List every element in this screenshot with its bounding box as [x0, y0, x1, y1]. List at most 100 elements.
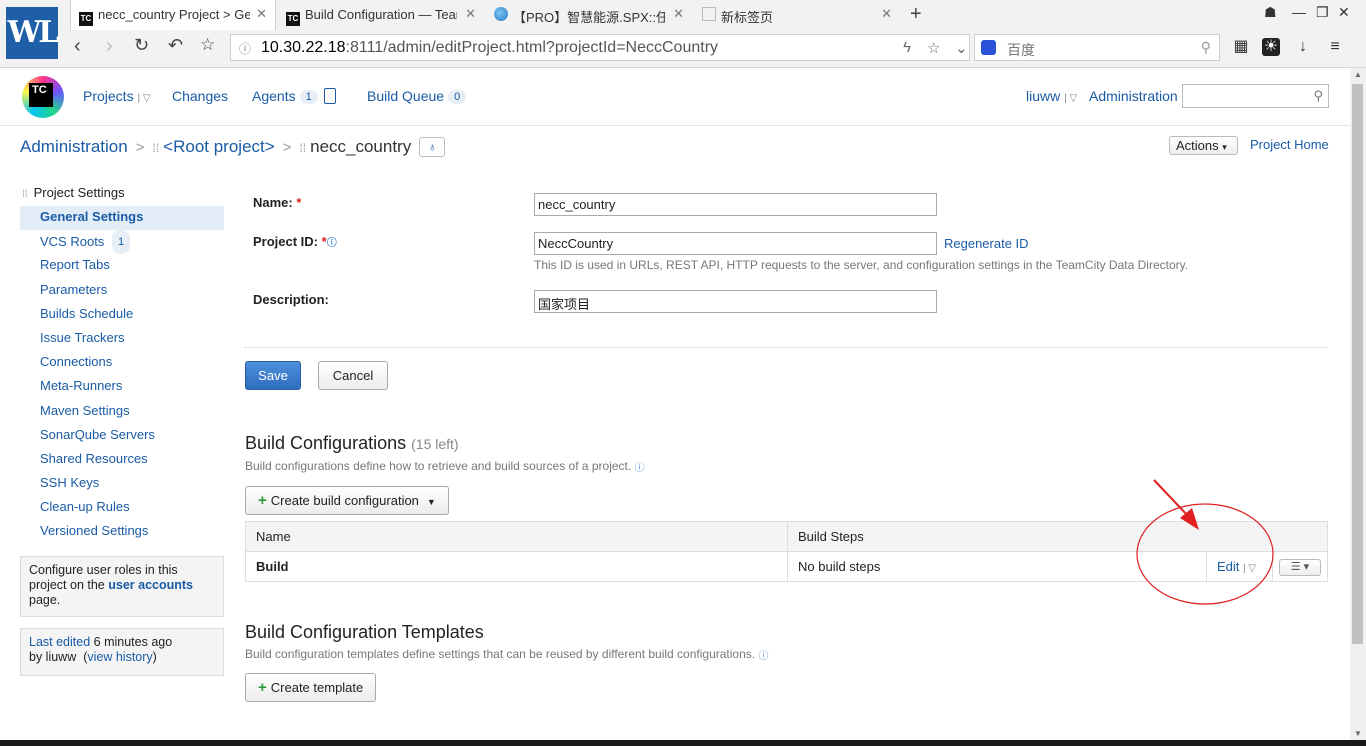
agent-icon: [323, 88, 336, 104]
sidebar-item-ssh-keys[interactable]: SSH Keys: [20, 472, 224, 496]
close-icon[interactable]: ✕: [465, 6, 476, 22]
scrollbar-thumb[interactable]: [1352, 84, 1363, 644]
view-history-link[interactable]: view history: [87, 650, 152, 664]
project-home-link[interactable]: Project Home: [1250, 137, 1329, 152]
minimize-icon[interactable]: —: [1292, 4, 1306, 20]
reload-icon[interactable]: ↻: [134, 35, 149, 56]
breadcrumb-root-project[interactable]: <Root project>: [163, 137, 275, 156]
page-scrollbar[interactable]: ▲ ▼: [1350, 68, 1366, 740]
browser-tab[interactable]: 【PRO】智慧能源.SPX::任务 ✕: [486, 0, 692, 30]
teamcity-logo[interactable]: TC: [22, 76, 64, 118]
sidebar-item-maven-settings[interactable]: Maven Settings: [20, 400, 224, 424]
tab-title: 新标签页: [721, 10, 774, 25]
user-menu[interactable]: liuww | ▽: [1026, 88, 1077, 104]
globe-favicon-icon: [494, 7, 508, 21]
sidebar-item-sonarqube-servers[interactable]: SonarQube Servers: [20, 424, 224, 448]
teamcity-favicon-icon: TC: [79, 12, 93, 26]
search-bar[interactable]: 百度 ⚲: [974, 34, 1220, 61]
apps-icon[interactable]: ▦: [1232, 38, 1250, 56]
help-icon[interactable]: ⓘ: [327, 238, 337, 249]
nav-administration[interactable]: Administration: [1089, 88, 1178, 104]
sidebar-item-issue-trackers[interactable]: Issue Trackers: [20, 327, 224, 351]
lightbulb-icon[interactable]: ♁: [419, 137, 446, 157]
nav-projects[interactable]: Projects | ▽: [83, 88, 151, 104]
table-row: Build No build steps Edit | ▽ ☰ ▾: [245, 551, 1328, 582]
chevron-down-icon[interactable]: | ▽: [137, 93, 150, 104]
name-field[interactable]: necc_country: [534, 193, 937, 216]
sidebar-item-connections[interactable]: Connections: [20, 351, 224, 375]
baidu-icon: [981, 40, 996, 55]
build-configurations-table: Name Build Steps Build No build steps Ed…: [245, 521, 1328, 582]
sidebar-item-report-tabs[interactable]: Report Tabs: [20, 254, 224, 278]
menu-icon[interactable]: ≡: [1326, 38, 1344, 56]
caret-down-icon: ▼: [426, 497, 436, 507]
url-text[interactable]: 10.30.22.18:8111/admin/editProject.html?…: [261, 39, 718, 57]
save-button[interactable]: Save: [245, 361, 301, 390]
security-icon: ⓘ: [239, 42, 252, 56]
grid-icon: ⁞⁞: [22, 189, 28, 200]
sidebar-item-meta-runners[interactable]: Meta-Runners: [20, 375, 224, 399]
bookmark-icon[interactable]: ☆: [200, 35, 215, 55]
build-configurations-heading: Build Configurations (15 left): [245, 433, 459, 453]
teamcity-header: TC Projects | ▽ Changes Agents 1 Build Qu…: [0, 68, 1350, 126]
back-icon[interactable]: ‹: [74, 35, 81, 58]
download-icon[interactable]: ↓: [1294, 38, 1312, 56]
create-template-button[interactable]: + Create template: [245, 673, 377, 702]
help-icon[interactable]: ⓘ: [635, 463, 645, 474]
search-icon[interactable]: ⚲: [1201, 39, 1211, 56]
lightning-icon[interactable]: ϟ: [903, 39, 911, 56]
sidebar-item-clean-up-rules[interactable]: Clean-up Rules: [20, 496, 224, 520]
forward-icon[interactable]: ›: [106, 35, 113, 58]
close-icon[interactable]: ✕: [256, 6, 267, 22]
sidebar-item-general-settings[interactable]: General Settings: [20, 206, 224, 231]
edit-cell[interactable]: Edit | ▽: [1206, 551, 1273, 582]
nav-changes[interactable]: Changes: [172, 88, 228, 104]
actions-button[interactable]: Actions ▾: [1169, 136, 1238, 155]
column-header-build-steps: Build Steps: [787, 521, 1328, 552]
scroll-up-icon[interactable]: ▲: [1354, 70, 1362, 79]
chevron-down-icon[interactable]: | ▽: [1064, 93, 1077, 104]
breadcrumb-administration[interactable]: Administration: [20, 137, 128, 156]
address-bar[interactable]: ⓘ 10.30.22.18:8111/admin/editProject.htm…: [230, 34, 970, 61]
browser-tab-active[interactable]: TC necc_country Project > General Setting…: [70, 0, 276, 30]
build-configurations-desc: Build configurations define how to retri…: [245, 459, 645, 474]
sidebar-item-parameters[interactable]: Parameters: [20, 279, 224, 303]
list-menu-icon[interactable]: ☰ ▾: [1279, 558, 1321, 576]
maximize-icon[interactable]: ❐: [1316, 4, 1329, 21]
browser-tab[interactable]: 新标签页 ✕: [694, 0, 900, 30]
new-tab-icon[interactable]: +: [910, 3, 922, 26]
extension-icon[interactable]: ☀: [1262, 38, 1280, 56]
sidebar-item-versioned-settings[interactable]: Versioned Settings: [20, 520, 224, 544]
cancel-button[interactable]: Cancel: [318, 361, 388, 390]
user-accounts-link[interactable]: user accounts: [108, 578, 193, 592]
chevron-down-icon[interactable]: | ▽: [1243, 563, 1256, 574]
chevron-down-icon[interactable]: ⌄: [955, 39, 968, 57]
edit-link[interactable]: Edit: [1217, 559, 1239, 574]
undo-icon[interactable]: ↶: [168, 35, 183, 56]
nav-agents[interactable]: Agents 1: [252, 88, 336, 104]
description-field[interactable]: 国家项目: [534, 290, 937, 313]
nav-build-queue[interactable]: Build Queue 0: [367, 88, 467, 104]
sidebar-item-shared-resources[interactable]: Shared Resources: [20, 448, 224, 472]
regenerate-id-link[interactable]: Regenerate ID: [944, 236, 1029, 251]
project-id-field[interactable]: NeccCountry: [534, 232, 937, 255]
last-edited-link[interactable]: Last edited: [29, 635, 90, 649]
search-icon[interactable]: ⚲: [1313, 88, 1323, 104]
build-config-name[interactable]: Build: [245, 551, 788, 582]
star-icon[interactable]: ☆: [927, 39, 940, 57]
description-label: Description:: [253, 292, 329, 307]
help-icon[interactable]: ⓘ: [758, 651, 768, 662]
close-icon[interactable]: ✕: [881, 6, 892, 22]
scroll-down-icon[interactable]: ▼: [1354, 729, 1362, 738]
search-input[interactable]: ⚲: [1182, 84, 1329, 108]
column-header-name: Name: [245, 521, 788, 552]
sidebar-item-builds-schedule[interactable]: Builds Schedule: [20, 303, 224, 327]
window-close-icon[interactable]: ✕: [1338, 4, 1350, 21]
sidebar-item-vcs-roots[interactable]: VCS Roots 1: [20, 230, 224, 255]
templates-desc: Build configuration templates define set…: [245, 647, 769, 662]
create-build-configuration-button[interactable]: + Create build configuration ▼: [245, 486, 449, 515]
close-icon[interactable]: ✕: [673, 6, 684, 22]
chevron-right-icon: >: [135, 139, 145, 156]
browser-tab[interactable]: TC Build Configuration — TeamCity ✕: [278, 0, 484, 30]
shirt-icon[interactable]: ☗: [1264, 4, 1277, 21]
